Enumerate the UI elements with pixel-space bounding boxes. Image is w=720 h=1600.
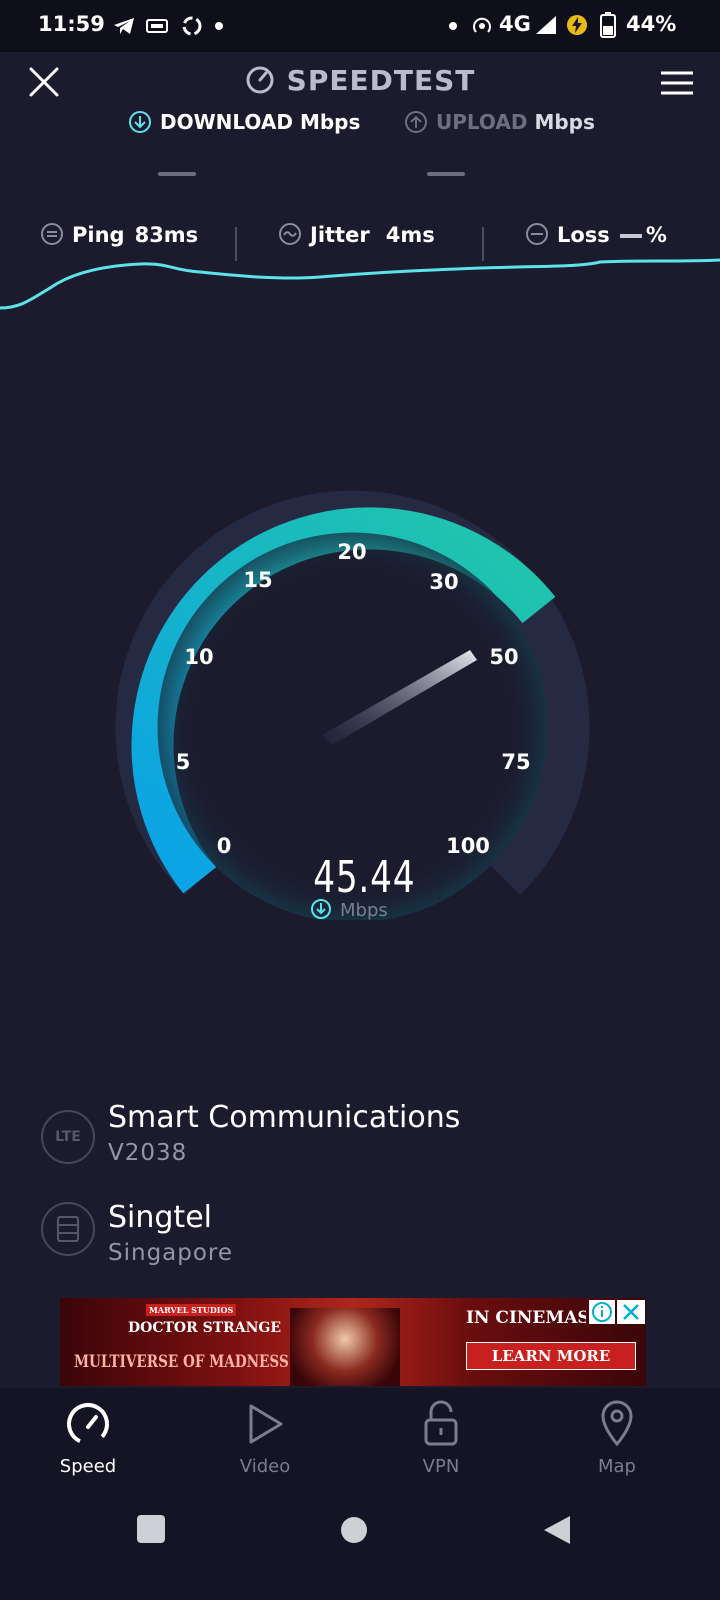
- menu-icon[interactable]: [660, 70, 694, 96]
- server-location: Singapore: [108, 1240, 234, 1266]
- ping-metric: Ping 83ms: [40, 223, 198, 247]
- telegram-icon: [114, 18, 134, 34]
- tab-upload[interactable]: UPLOAD Mbps: [404, 110, 595, 134]
- loss-icon: [526, 223, 548, 245]
- ad-title-1: DOCTOR STRANGE: [128, 1320, 282, 1336]
- ad-learn-more-button[interactable]: LEARN MORE: [466, 1342, 636, 1370]
- system-nav-bar: [0, 1494, 720, 1600]
- card-icon: [146, 19, 168, 33]
- map-pin-icon: [601, 1400, 633, 1447]
- dot-icon: [449, 22, 457, 30]
- ping-label: Ping: [72, 223, 125, 247]
- upload-value-placeholder: [427, 172, 465, 176]
- download-value-placeholder: [158, 172, 196, 176]
- nav-label: Speed: [59, 1456, 117, 1477]
- play-icon: [249, 1404, 283, 1444]
- download-arrow-icon: [129, 110, 151, 133]
- ad-tagline: IN CINEMAS 4 MAY: [466, 1308, 586, 1328]
- jitter-metric: Jitter 4ms: [278, 223, 435, 247]
- tick-label: 0: [216, 834, 232, 858]
- tick-label: 75: [501, 750, 531, 774]
- tick-label: 15: [243, 568, 273, 592]
- jitter-value: 4ms: [385, 223, 435, 247]
- server-glyph-icon: [57, 1216, 79, 1242]
- ad-banner[interactable]: MARVEL STUDIOS DOCTOR STRANGE MULTIVERSE…: [60, 1298, 646, 1386]
- jitter-label: Jitter: [310, 223, 370, 247]
- recents-icon[interactable]: [136, 1514, 166, 1544]
- ad-studio: MARVEL STUDIOS: [146, 1304, 237, 1316]
- lte-icon: LTE: [41, 1110, 95, 1164]
- upload-unit: Mbps: [534, 110, 595, 134]
- nav-item-vpn[interactable]: VPN: [381, 1388, 501, 1494]
- download-unit: Mbps: [299, 110, 361, 134]
- loss-metric: Loss%: [525, 223, 667, 247]
- upload-arrow-icon: [405, 110, 427, 133]
- network-type: 4G: [499, 12, 531, 36]
- speed-readout: 45.44: [313, 852, 416, 903]
- nav-item-map[interactable]: Map: [557, 1388, 677, 1494]
- nav-item-speed[interactable]: Speed: [28, 1388, 148, 1494]
- home-icon[interactable]: [340, 1516, 368, 1544]
- ping-icon: [41, 223, 63, 245]
- speed-history-curve: [0, 258, 720, 310]
- tick-label: 5: [175, 750, 191, 774]
- sync-icon: [182, 16, 202, 36]
- nav-item-video[interactable]: Video: [205, 1388, 325, 1494]
- tick-label: 20: [337, 540, 367, 564]
- page-title-text: SPEEDTEST: [286, 64, 476, 97]
- dot-icon: [215, 22, 223, 30]
- download-label: DOWNLOAD: [160, 110, 293, 134]
- server-name[interactable]: Singtel: [108, 1200, 212, 1235]
- download-arrow-icon: [311, 899, 331, 919]
- lte-badge-text: LTE: [55, 1129, 81, 1145]
- bottom-nav: Speed Video VPN Map: [0, 1388, 720, 1494]
- ad-info-icon[interactable]: [589, 1300, 615, 1324]
- speed-unit-text: Mbps: [340, 900, 388, 921]
- ad-character-image: [290, 1308, 400, 1386]
- tick-label: 50: [489, 645, 519, 669]
- speedometer-icon: [67, 1403, 109, 1445]
- tab-download[interactable]: DOWNLOAD Mbps: [128, 110, 360, 134]
- status-time: 11:59: [38, 12, 105, 36]
- tick-label: 30: [429, 570, 459, 594]
- nav-label: Video: [239, 1456, 291, 1477]
- signal-icon: [536, 16, 556, 34]
- server-icon: [41, 1202, 95, 1256]
- nav-label: VPN: [422, 1456, 460, 1477]
- lock-icon: [424, 1400, 458, 1446]
- speedometer-icon: [246, 66, 274, 94]
- loss-label: Loss: [557, 223, 610, 247]
- upload-label: UPLOAD: [436, 110, 528, 134]
- battery-level: 44%: [626, 12, 677, 36]
- provider-detail: V2038: [108, 1140, 188, 1166]
- back-icon[interactable]: [542, 1514, 572, 1546]
- status-bar: 11:59 4G 44%: [0, 0, 720, 52]
- battery-icon: [600, 12, 616, 38]
- nav-label: Map: [598, 1456, 636, 1477]
- tick-label: 100: [446, 834, 490, 858]
- tick-label: 10: [184, 645, 214, 669]
- hotspot-icon: [473, 17, 491, 33]
- ping-value: 83ms: [134, 223, 199, 247]
- charging-icon: [567, 15, 587, 35]
- page-title: SPEEDTEST: [0, 64, 720, 97]
- ad-close-icon[interactable]: [617, 1300, 645, 1324]
- speed-unit: Mbps: [310, 899, 388, 921]
- jitter-icon: [279, 223, 301, 245]
- loss-value-placeholder: [619, 234, 642, 238]
- provider-name: Smart Communications: [108, 1100, 461, 1135]
- loss-unit: %: [645, 223, 667, 247]
- ad-title-2: MULTIVERSE OF MADNESS: [74, 1352, 289, 1372]
